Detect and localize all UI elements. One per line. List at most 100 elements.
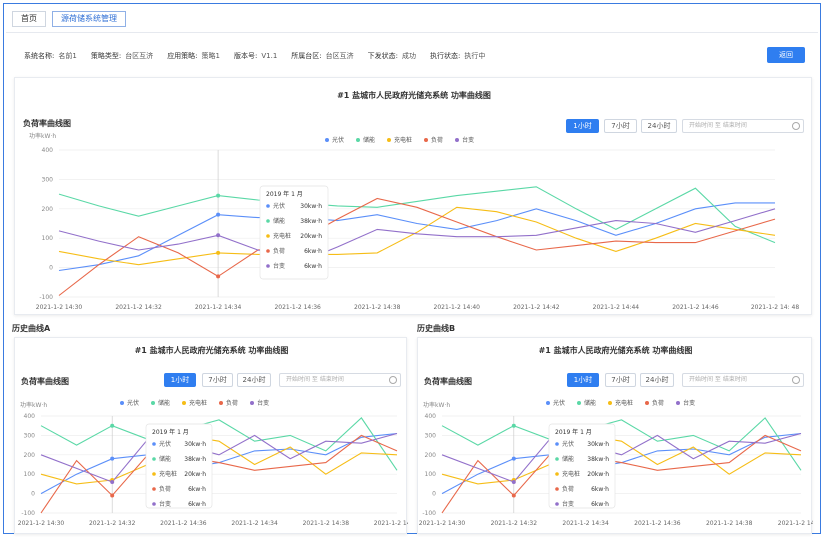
history-b-y-tick-label: 400 — [425, 413, 437, 420]
main-x-tick-label: 2021-1-2 14:38 — [354, 304, 401, 311]
history-b-hover-point-transformer — [511, 479, 516, 484]
history-a-hover-point-storage — [110, 423, 115, 428]
tab-divider — [6, 32, 818, 33]
main-y-tick-label: 0 — [49, 265, 53, 272]
main-y-tick-label: -100 — [39, 294, 53, 301]
history-b-x-tick-label: 2021-1-2 14:38 — [706, 520, 753, 527]
main-x-tick-label: 2021-1-2 14:46 — [672, 304, 719, 311]
main-tooltip-value-storage: 38kw·h — [300, 218, 322, 225]
main-series-load-line — [58, 197, 776, 296]
info-value-version: V1.1 — [261, 52, 278, 60]
main-x-tick-label: 2021-1-2 14:34 — [195, 304, 242, 311]
history-a-label: 历史曲线A — [12, 324, 51, 333]
tab-home[interactable]: 首页 — [12, 11, 46, 27]
main-x-tick-label: 2021-1-2 14:36 — [274, 304, 321, 311]
history-b-hover-point-storage — [511, 423, 516, 428]
history-a-tooltip-box — [145, 423, 213, 509]
main-y-tick-label: 300 — [42, 176, 54, 183]
history-a-tooltip-value-charger: 20kw·h — [184, 471, 206, 478]
info-label-strategy-type: 策略类型: — [90, 52, 122, 60]
main-hover-point-pv — [216, 212, 221, 217]
history-b-panel: #1 盐城市人民政府光储充系统 功率曲线图 负荷率曲线图 1小时 7小时 24小… — [417, 337, 813, 534]
history-a-tooltip-label-charger: 充电桩 — [159, 470, 177, 478]
history-b-tooltip-label-pv: 光伏 — [562, 440, 574, 448]
history-a-line-chart: 400 300 200 100 0 -100 2021-1-2 14:30 2021-1-2 … — [18, 413, 408, 527]
history-a-tooltip-dot-charger — [152, 472, 156, 476]
main-tooltip-label-pv: 光伏 — [273, 202, 285, 210]
history-a-y-tick-label: 100 — [24, 471, 36, 478]
history-a-tooltip-value-pv: 30kw·h — [184, 441, 206, 448]
back-button[interactable]: 返回 — [767, 47, 805, 63]
history-a-tooltip-label-transformer: 台变 — [159, 500, 171, 508]
main-tooltip-dot-transformer — [266, 264, 270, 268]
history-b-tooltip-dot-pv — [555, 442, 559, 446]
info-value-applied-strategy: 策略1 — [201, 52, 221, 60]
info-label-system-name: 系统名称: — [24, 52, 55, 60]
history-a-x-tick-label: 2021-1-2 14:32 — [89, 520, 136, 527]
info-label-version: 版本号: — [234, 52, 258, 60]
main-hover-point-charger — [216, 250, 221, 255]
history-a-tooltip-dot-load — [152, 487, 156, 491]
history-b-tooltip-label-charger: 充电桩 — [562, 470, 580, 478]
history-b-hover-point-pv — [511, 456, 516, 461]
history-a-tooltip-label-storage: 储能 — [159, 455, 171, 463]
history-b-hover-point-load — [511, 493, 516, 498]
tab-system-management[interactable]: 源荷储系统管理 — [52, 11, 126, 27]
main-x-tick-label: 2021-1-2 14:30 — [36, 304, 83, 311]
main-tooltip-value-load: 6kw·h — [304, 248, 322, 255]
history-a-tooltip-value-storage: 38kw·h — [184, 456, 206, 463]
main-tooltip-value-transformer: 6kw·h — [304, 263, 322, 270]
main-tooltip-title: 2019 年 1 月 — [266, 190, 303, 198]
main-tooltip-label-charger: 充电桩 — [273, 232, 291, 240]
history-a-x-tick-label: 2021-1-2 14:40 — [374, 520, 408, 527]
history-b-tooltip-value-load: 6kw·h — [591, 486, 609, 493]
info-value-dispatch-status: 成功 — [402, 52, 417, 60]
history-b-x-tick-label: 2021-1-2 14:32 — [491, 520, 538, 527]
history-b-tooltip-title: 2019 年 1 月 — [555, 428, 592, 436]
main-hover-point-load — [216, 274, 221, 279]
history-b-tooltip-dot-storage — [555, 457, 559, 461]
main-tooltip-dot-pv — [266, 204, 270, 208]
history-b-y-tick-label: 100 — [425, 471, 437, 478]
history-a-x-tick-label: 2021-1-2 14:38 — [303, 520, 350, 527]
main-tooltip-label-storage: 储能 — [273, 217, 285, 225]
info-label-dispatch-status: 下发状态: — [367, 52, 399, 60]
history-b-tooltip-value-pv: 30kw·h — [587, 441, 609, 448]
history-a-y-tick-label: 300 — [24, 432, 36, 439]
main-tooltip-value-pv: 30kw·h — [300, 203, 322, 210]
info-value-exec-status: 执行中 — [464, 52, 486, 60]
system-info-bar: 系统名称: 名前1 策略类型: 台区互济 应用策略: 策略1 版本号: V1.1 所属台… — [24, 50, 499, 62]
main-x-tick-label: 2021-1-2 14:32 — [115, 304, 162, 311]
history-a-y-tick-label: 400 — [24, 413, 36, 420]
main-tooltip-dot-charger — [266, 234, 270, 238]
info-value-district: 台区互济 — [325, 52, 354, 60]
main-x-tick-label: 2021-1-2 14:42 — [513, 304, 560, 311]
main-x-tick-label: 2021-1-2 14:40 — [434, 304, 481, 311]
main-line-chart: 400 300 200 100 0 -100 2021-1-2 14:30 2021-1-2 … — [36, 147, 800, 311]
history-a-y-tick-label: 0 — [31, 491, 35, 498]
main-chart-panel: #1 盐城市人民政府光储充系统 功率曲线图 负荷率曲线图 功率kW·h 1小时 … — [14, 77, 812, 315]
history-a-x-tick-label: 2021-1-2 14:36 — [160, 520, 207, 527]
info-value-system-name: 名前1 — [58, 52, 77, 60]
history-a-tooltip-dot-storage — [152, 457, 156, 461]
tab-bar: 首页 源荷储系统管理 — [12, 11, 132, 27]
history-b-y-tick-label: 200 — [425, 452, 437, 459]
history-a-hover-point-pv — [110, 456, 115, 461]
main-tooltip-label-load: 负荷 — [273, 247, 285, 255]
info-label-district: 所属台区: — [291, 52, 322, 60]
history-a-hover-point-transformer — [110, 479, 115, 484]
history-a-x-tick-label: 2021-1-2 14:30 — [18, 520, 65, 527]
history-a-hover-point-load — [110, 493, 115, 498]
main-tooltip-value-charger: 20kw·h — [300, 233, 322, 240]
info-value-strategy-type: 台区互济 — [125, 52, 154, 60]
history-a-tooltip-dot-transformer — [152, 502, 156, 506]
main-series-transformer-line — [58, 208, 776, 264]
history-b-y-tick-label: 300 — [425, 432, 437, 439]
history-a-y-tick-label: -100 — [21, 510, 35, 517]
history-b-x-tick-label: 2021-1-2 14:36 — [634, 520, 681, 527]
history-b-x-tick-label: 2021-1-2 14:34 — [562, 520, 609, 527]
history-b-tooltip-dot-load — [555, 487, 559, 491]
main-y-tick-label: 100 — [42, 235, 54, 242]
history-b-x-tick-label: 2021-1-2 14:30 — [419, 520, 466, 527]
history-a-x-tick-label: 2021-1-2 14:34 — [231, 520, 278, 527]
